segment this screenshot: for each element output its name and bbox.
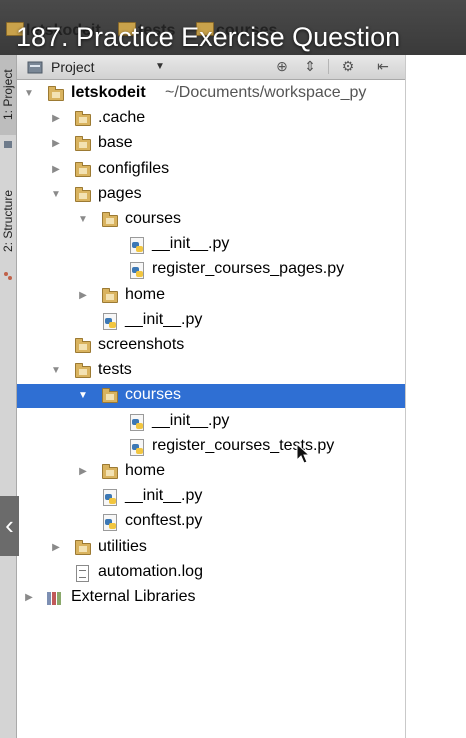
tree-file-item[interactable]: automation.log: [17, 561, 405, 585]
tree-item-label: __init__.py: [152, 235, 230, 253]
view-selector-label: Project: [51, 58, 95, 75]
chevron-right-icon[interactable]: ▶: [50, 112, 62, 126]
folder-icon: [74, 338, 91, 354]
tree-item-label: home: [125, 462, 166, 479]
tree-file-item[interactable]: __init__.py: [17, 410, 405, 434]
tree-item-label: courses: [125, 210, 182, 227]
tree-item-label: tests: [98, 361, 132, 379]
tree-folder-item[interactable]: ▶ home: [17, 460, 405, 484]
folder-icon: [74, 539, 91, 556]
tree-folder-item[interactable]: ▶ .cache: [17, 107, 405, 131]
tree-item-label: configfiles: [98, 159, 170, 177]
tree-file-item[interactable]: __init__.py: [17, 309, 405, 333]
hide-panel-icon[interactable]: ⇤: [375, 58, 391, 74]
tree-folder-item[interactable]: ▼ courses: [17, 384, 405, 409]
python-file-icon: [101, 514, 117, 532]
project-toolbar: Project ▼ ⊕ ⇕ ⚙ ⇤: [17, 55, 405, 80]
tree-folder-item[interactable]: ▼ courses: [17, 208, 405, 232]
chevron-down-icon: ▼: [155, 61, 165, 72]
tree-file-item[interactable]: conftest.py: [17, 510, 405, 534]
folder-icon: [74, 136, 91, 152]
chevron-down-icon[interactable]: ▼: [77, 213, 89, 227]
project-path: ~/Documents/workspace_py: [165, 84, 367, 101]
view-selector[interactable]: Project ▼: [27, 57, 177, 76]
folder-icon: [101, 287, 118, 304]
folder-icon: [74, 186, 91, 203]
tree-item-label: conftest.py: [125, 512, 203, 530]
folder-icon: [47, 86, 64, 102]
tab-structure[interactable]: 2: Structure: [0, 173, 16, 269]
python-file-icon: [128, 237, 144, 255]
chevron-right-icon[interactable]: ▶: [77, 289, 89, 303]
tree-item-label: base: [98, 134, 133, 152]
tree-folder-item[interactable]: screenshots: [17, 334, 405, 358]
tree-folder-item[interactable]: ▼ letskodeit ~/Documents/workspace_py: [17, 82, 405, 106]
tree-item-label: __init__.py: [125, 487, 203, 505]
tree-file-item[interactable]: __init__.py: [17, 233, 405, 257]
tree-item-label: External Libraries: [71, 588, 196, 605]
chevron-right-icon[interactable]: ▶: [50, 541, 62, 555]
project-tree: ▼ letskodeit ~/Documents/workspace_py ▶ .cac…: [17, 80, 405, 738]
tree-folder-item[interactable]: ▶ configfiles: [17, 158, 405, 182]
python-file-icon: [101, 312, 117, 330]
tree-item-label: utilities: [98, 537, 147, 555]
navigation-bar: letskodeit tests courses 187. Practice E…: [0, 0, 466, 55]
chevron-right-icon[interactable]: ▶: [77, 465, 89, 479]
tree-file-item[interactable]: __init__.py: [17, 485, 405, 509]
folder-icon: [74, 111, 91, 127]
folder-icon: [101, 388, 118, 404]
folder-icon: [101, 212, 118, 228]
folder-icon: [101, 464, 118, 480]
tree-folder-item[interactable]: ▶ base: [17, 132, 405, 156]
chevron-left-icon[interactable]: ‹: [0, 496, 19, 556]
tree-item-label: .cache: [98, 109, 146, 127]
tree-item-label: home: [125, 285, 166, 303]
gear-icon[interactable]: ⚙: [340, 58, 356, 74]
tree-item-label: automation.log: [98, 562, 203, 580]
tree-item-label: screenshots: [98, 336, 185, 353]
tree-folder-item[interactable]: ▼ tests: [17, 359, 405, 383]
python-file-icon: [128, 413, 144, 431]
text-file-icon: [74, 564, 90, 582]
toolbar-divider: [328, 59, 329, 74]
chevron-right-icon[interactable]: ▶: [23, 591, 35, 605]
library-icon: [47, 590, 63, 606]
tab-project[interactable]: 1: Project: [0, 55, 16, 135]
tree-folder-item[interactable]: ▶ utilities: [17, 536, 405, 560]
tree-file-item[interactable]: register_courses_tests.py: [17, 435, 405, 459]
video-title: 187. Practice Exercise Question: [16, 22, 401, 52]
chevron-down-icon[interactable]: ▼: [77, 389, 89, 403]
tree-item-label: pages: [98, 184, 142, 202]
tree-file-item[interactable]: register_courses_pages.py: [17, 258, 405, 282]
chevron-down-icon[interactable]: ▼: [50, 188, 62, 202]
folder-icon: [74, 161, 91, 178]
project-icon: [4, 141, 12, 148]
collapse-icon[interactable]: ⇕: [302, 58, 318, 74]
tree-folder-item[interactable]: ▼ pages: [17, 183, 405, 207]
chevron-right-icon[interactable]: ▶: [50, 163, 62, 177]
project-view-icon: [27, 61, 43, 73]
chevron-down-icon[interactable]: ▼: [23, 87, 35, 101]
tool-window-strip: 1: Project 2: Structure: [0, 55, 17, 738]
folder-icon: [74, 363, 91, 379]
tree-item-label: letskodeit: [71, 84, 146, 101]
tree-file-item[interactable]: ▶ External Libraries: [17, 586, 405, 610]
python-file-icon: [101, 489, 117, 507]
editor-area: [406, 55, 466, 738]
python-file-icon: [128, 262, 144, 280]
mouse-cursor-icon: [296, 443, 310, 464]
tree-item-label: register_courses_pages.py: [152, 260, 345, 278]
python-file-icon: [128, 438, 144, 456]
tree-folder-item[interactable]: ▶ home: [17, 284, 405, 308]
structure-icon: [4, 272, 12, 280]
chevron-right-icon[interactable]: ▶: [50, 137, 62, 151]
tree-item-label: courses: [125, 386, 182, 404]
target-icon[interactable]: ⊕: [274, 58, 290, 74]
chevron-down-icon[interactable]: ▼: [50, 364, 62, 378]
tree-item-label: __init__.py: [125, 310, 203, 328]
tree-item-label: __init__.py: [152, 411, 230, 429]
